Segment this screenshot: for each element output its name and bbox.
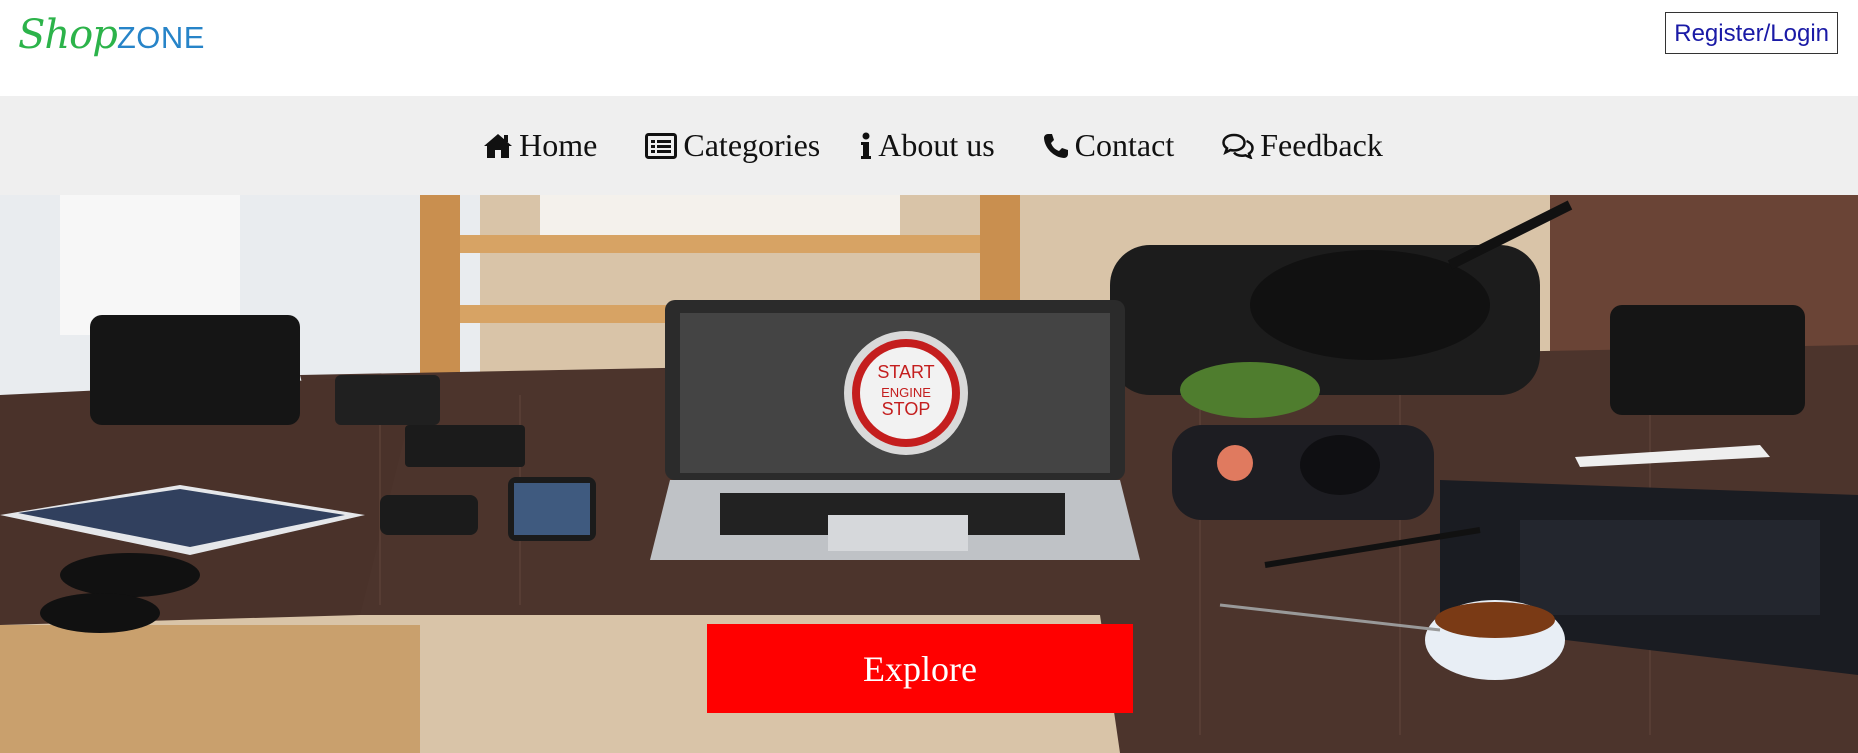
nav-item-label: Home: [519, 127, 598, 163]
home-icon: [483, 132, 513, 160]
comments-icon: [1222, 133, 1254, 159]
nav-item-home[interactable]: Home: [483, 127, 597, 164]
nav-item-contact[interactable]: Contact: [1043, 127, 1175, 164]
nav-item-label: About us: [878, 127, 995, 163]
logo-text-shop: Shop: [18, 12, 118, 58]
laptop-screen-text-engine: ENGINE: [881, 385, 931, 400]
laptop-screen-text-stop: STOP: [882, 399, 931, 419]
register-login-button[interactable]: Register/Login: [1665, 12, 1838, 54]
nav-item-label: Contact: [1074, 127, 1175, 163]
nav-item-label: Categories: [683, 127, 821, 163]
site-header: ShopZONE Register/Login: [0, 0, 1858, 96]
list-icon: [645, 132, 678, 159]
laptop-screen-text-start: START: [877, 362, 934, 382]
logo[interactable]: ShopZONE: [18, 12, 205, 58]
nav-item-about[interactable]: About us: [860, 127, 995, 164]
logo-text-zone: ZONE: [116, 20, 205, 55]
nav-item-categories[interactable]: Categories: [645, 127, 820, 164]
nav-item-label: Feedback: [1260, 127, 1383, 163]
explore-button[interactable]: Explore: [707, 624, 1133, 713]
info-icon: [860, 132, 872, 160]
nav-item-feedback[interactable]: Feedback: [1222, 127, 1383, 164]
nav-list: Home Categories About us Contact Feedbac…: [483, 127, 1383, 164]
main-navbar: Home Categories About us Contact Feedbac…: [0, 96, 1858, 195]
phone-icon: [1043, 133, 1069, 159]
